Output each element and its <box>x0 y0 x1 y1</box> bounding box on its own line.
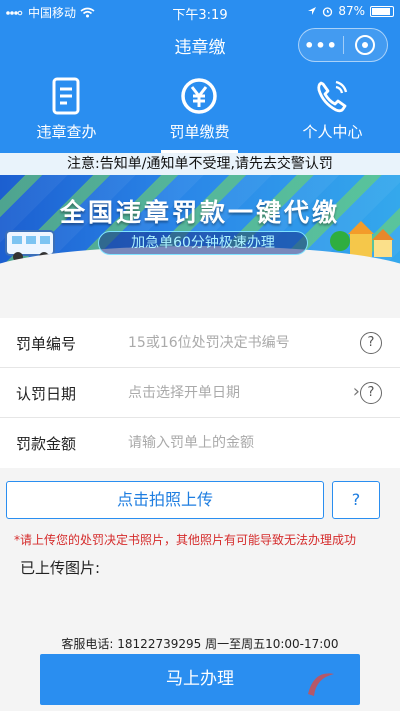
battery-icon <box>370 5 394 17</box>
watermark-logo <box>304 664 374 704</box>
uploaded-images-label: 已上传图片: <box>20 559 101 577</box>
mini-program-capsule: ••• <box>298 28 388 62</box>
nav-bar: 违章缴 ••• <box>0 24 400 68</box>
upload-help-button[interactable]: ? <box>332 481 380 519</box>
penalty-date-input[interactable] <box>128 380 338 406</box>
upload-warning: *请上传您的处罚决定书照片，其他照片有可能导致无法办理成功 <box>14 533 357 547</box>
penalty-date-help-icon[interactable]: ? <box>360 382 382 404</box>
close-button[interactable] <box>344 34 387 56</box>
close-icon <box>355 35 376 55</box>
notice-text: 注意:告知单/通知单不受理,请先去交警认罚 <box>0 153 400 175</box>
location-icon <box>308 7 317 15</box>
yuan-icon <box>181 78 217 114</box>
ticket-form: 罚单编号 ? 认罚日期 › ? 罚款金额 <box>0 318 400 468</box>
phone-icon <box>317 80 348 113</box>
status-right: 87% <box>307 4 394 18</box>
tab-label: 罚单缴费 <box>169 123 230 141</box>
ticket-number-label: 罚单编号 <box>16 335 77 353</box>
fine-amount-row: 罚款金额 <box>0 418 400 468</box>
fine-amount-input[interactable] <box>128 430 338 456</box>
promo-banner[interactable]: 全国违章罚款一键代缴 加急单60分钟极速办理 <box>0 175 400 276</box>
penalty-date-row: 认罚日期 › ? <box>0 368 400 418</box>
tab-ticket-payment[interactable]: 罚单缴费 <box>133 68 266 153</box>
chevron-right-icon: › <box>352 381 360 402</box>
ticket-number-input[interactable] <box>128 330 338 356</box>
ticket-number-help-icon[interactable]: ? <box>360 332 382 354</box>
alarm-icon <box>323 6 333 17</box>
banner-subtitle: 加急单60分钟极速办理 <box>98 231 308 255</box>
ticket-number-row: 罚单编号 ? <box>0 318 400 368</box>
more-button[interactable]: ••• <box>299 36 343 55</box>
tab-label: 违章查办 <box>36 123 97 141</box>
battery-percent: 87% <box>338 4 365 18</box>
penalty-date-label: 认罚日期 <box>16 385 77 403</box>
watermark-swirl-icon <box>308 673 334 696</box>
status-bar: 中国移动 下午3:19 87% <box>0 0 400 24</box>
photo-upload-button[interactable]: 点击拍照上传 <box>6 481 324 519</box>
document-icon <box>52 77 80 115</box>
tab-violation-query[interactable]: 违章查办 <box>0 68 133 153</box>
fine-amount-label: 罚款金额 <box>16 435 77 453</box>
tab-label: 个人中心 <box>302 123 363 141</box>
service-hotline: 客服电话: 18122739295 周一至周五10:00-17:00 <box>61 637 339 651</box>
banner-title: 全国违章罚款一键代缴 <box>59 198 340 227</box>
tab-personal-center[interactable]: 个人中心 <box>266 68 399 153</box>
tab-bar: 违章查办 罚单缴费 个人中心 <box>0 68 400 153</box>
